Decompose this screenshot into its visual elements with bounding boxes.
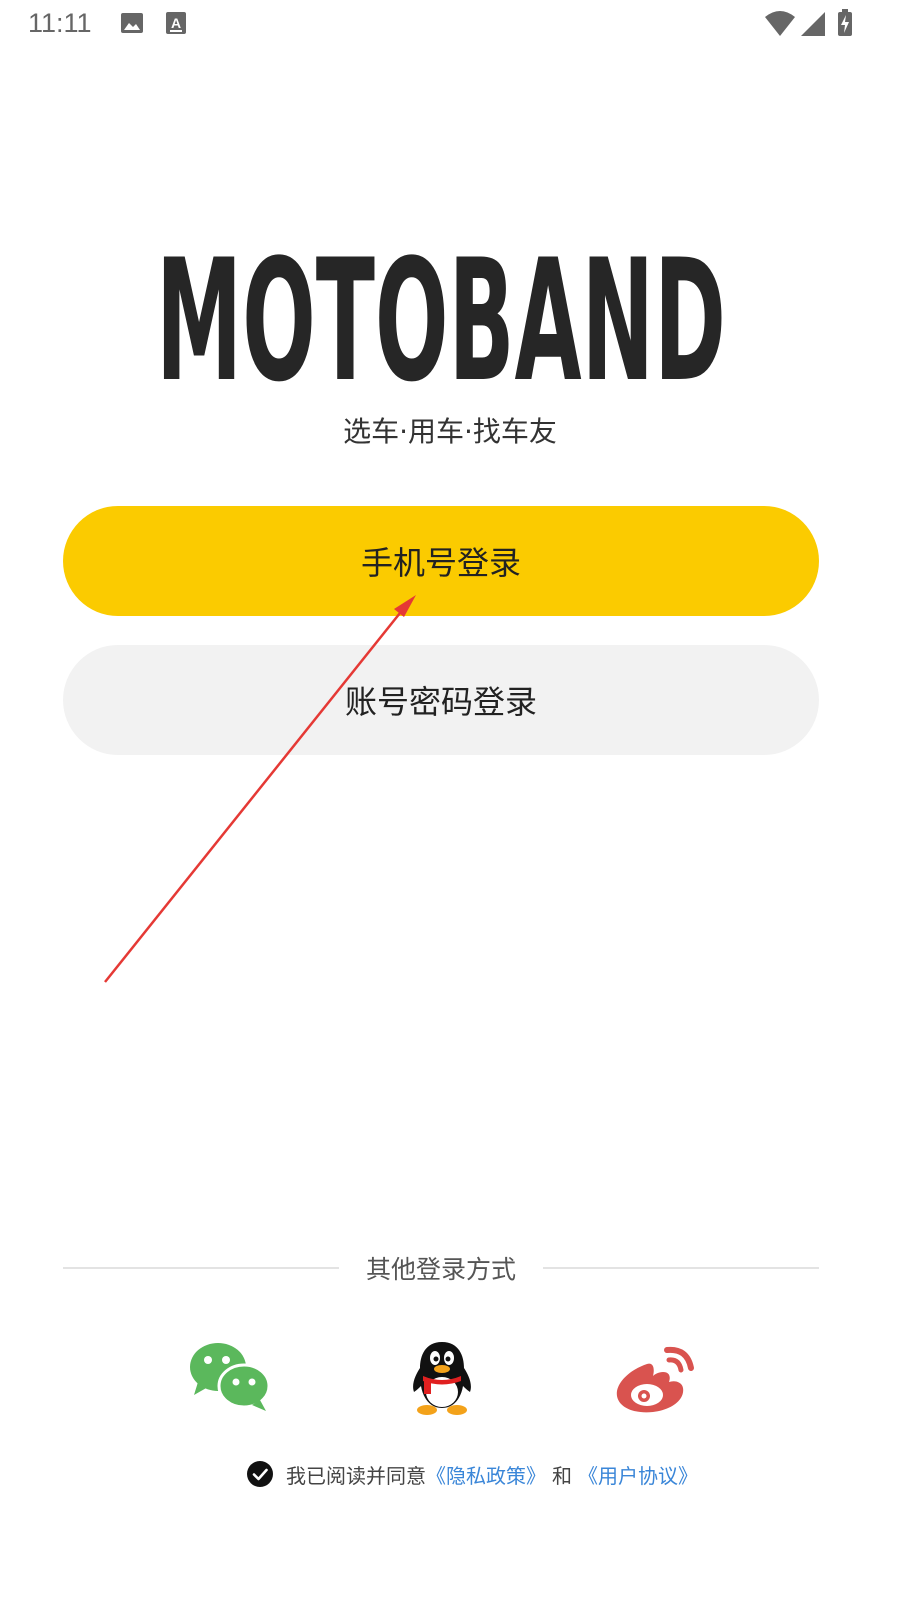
status-time: 11:11 (28, 8, 92, 38)
divider-line-right (543, 1267, 819, 1269)
phone-login-button[interactable]: 手机号登录 (63, 506, 819, 616)
status-bar: 11:11 A (0, 0, 900, 50)
svg-text:A: A (171, 15, 181, 31)
wechat-icon[interactable] (188, 1340, 272, 1416)
motoband-logo: MOTOBAND (156, 252, 726, 382)
weibo-icon[interactable] (613, 1340, 697, 1416)
image-icon (121, 13, 143, 33)
wifi-icon (765, 11, 795, 36)
signal-icon (801, 12, 825, 36)
agreement-checkbox-icon[interactable] (246, 1460, 274, 1488)
battery-charging-icon (838, 9, 852, 36)
agreement-prefix: 我已阅读并同意 (286, 1463, 426, 1488)
keyboard-a-icon: A (166, 12, 186, 34)
phone-login-label: 手机号登录 (360, 544, 521, 582)
logo-text: MOTOBAND (156, 252, 726, 382)
qq-icon[interactable] (400, 1340, 484, 1416)
tagline: 选车·用车·找车友 (343, 415, 557, 448)
password-login-label: 账号密码登录 (344, 683, 537, 721)
login-screen: 11:11 A MOTOBAND 选车·用车·找车友 手机号登录 账号密码登录 … (0, 0, 900, 1600)
agreement-and: 和 (552, 1463, 572, 1488)
agreement-row: 我已阅读并同意 《隐私政策》 和 《用户协议》 (246, 1458, 698, 1490)
user-agreement-link[interactable]: 《用户协议》 (578, 1460, 698, 1489)
other-login-divider: 其他登录方式 (63, 1248, 819, 1288)
privacy-policy-link[interactable]: 《隐私政策》 (426, 1460, 546, 1489)
password-login-button[interactable]: 账号密码登录 (63, 645, 819, 755)
